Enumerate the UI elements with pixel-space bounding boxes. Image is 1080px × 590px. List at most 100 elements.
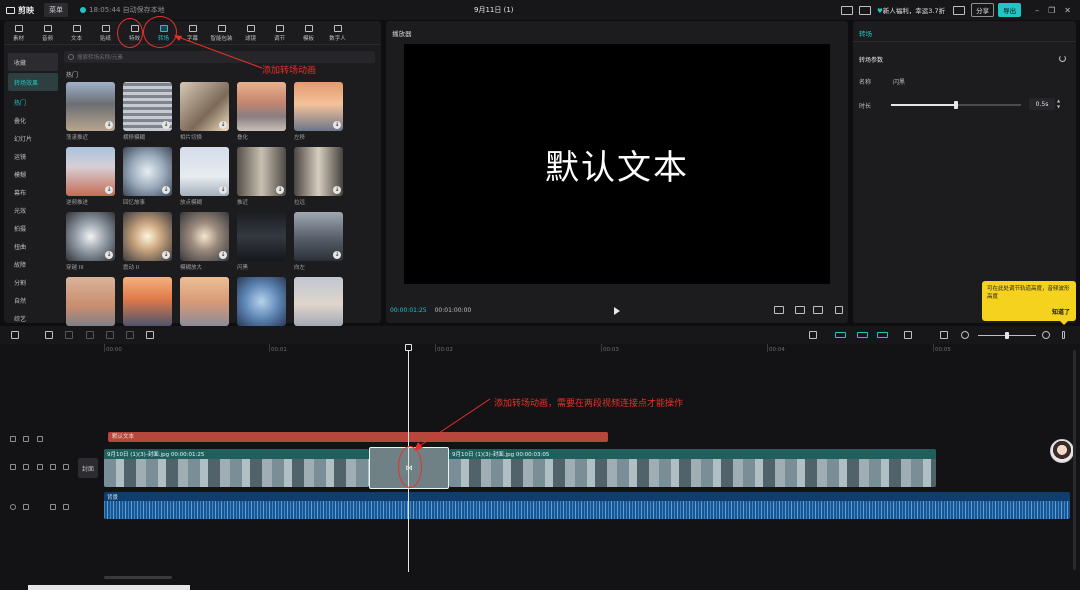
zoom-handle[interactable] — [1005, 332, 1009, 339]
download-icon[interactable]: ↓ — [219, 121, 227, 129]
fullscreen-icon[interactable] — [835, 306, 843, 314]
mute-icon[interactable] — [50, 504, 56, 510]
download-icon[interactable]: ↓ — [333, 251, 341, 259]
lock-icon[interactable] — [23, 464, 29, 470]
category-item[interactable]: 光效 — [8, 201, 58, 219]
preview-axis-icon[interactable] — [904, 331, 912, 339]
transition-item[interactable]: ↓ 推近 — [237, 147, 286, 207]
crop-icon[interactable] — [795, 306, 805, 314]
select-cursor-icon[interactable] — [11, 331, 19, 339]
play-icon[interactable] — [614, 307, 620, 315]
s-icon[interactable] — [63, 464, 69, 470]
horizontal-scrollbar[interactable] — [104, 576, 172, 579]
download-icon[interactable]: ↓ — [162, 251, 170, 259]
download-icon[interactable]: ↓ — [333, 121, 341, 129]
category-hot[interactable]: 热门 — [8, 93, 58, 111]
ratio-icon[interactable] — [774, 306, 784, 314]
playhead-handle[interactable] — [405, 344, 412, 351]
video-clip[interactable]: 9月10日 (1)(3)-封面.jpg 00:00:01:25 — [104, 449, 369, 487]
category-item[interactable]: 幕布 — [8, 183, 58, 201]
menu-button[interactable]: 菜单 — [44, 3, 68, 17]
category-item[interactable]: 故障 — [8, 255, 58, 273]
transition-item[interactable]: ↓ 放点模糊 — [180, 147, 229, 207]
minimize-icon[interactable]: – — [1035, 6, 1039, 15]
download-icon[interactable]: ↓ — [219, 251, 227, 259]
original-size-icon[interactable] — [813, 306, 823, 314]
transition-item[interactable]: ↓ 左移 — [294, 82, 343, 142]
download-icon[interactable]: ↓ — [333, 186, 341, 194]
audio-clip[interactable]: 背景 — [104, 492, 1070, 519]
split-icon[interactable] — [86, 331, 94, 339]
avatar[interactable] — [1050, 439, 1074, 463]
slider-handle[interactable] — [954, 101, 958, 109]
category-item[interactable]: 自然 — [8, 291, 58, 309]
subtitle-track-icon[interactable] — [940, 331, 948, 339]
category-item[interactable]: 综艺 — [8, 309, 58, 327]
microphone-icon[interactable] — [809, 331, 817, 339]
category-transition-effects[interactable]: 转场效果 — [8, 73, 58, 91]
eye-icon[interactable] — [37, 436, 43, 442]
layout-icon[interactable] — [840, 5, 853, 15]
transition-item[interactable]: ↓ 回忆故事 — [123, 147, 172, 207]
category-favorites[interactable]: 收藏 — [8, 53, 58, 71]
tab-audio[interactable]: 音频 — [33, 21, 62, 45]
duration-stepper[interactable]: ▲ ▼ — [1057, 98, 1060, 110]
lock-icon[interactable] — [23, 436, 29, 442]
s-icon[interactable] — [63, 504, 69, 510]
redo-icon[interactable] — [65, 331, 73, 339]
close-icon[interactable]: ✕ — [1064, 6, 1071, 15]
category-item[interactable]: 扭曲 — [8, 237, 58, 255]
vertical-scrollbar[interactable] — [1073, 350, 1076, 570]
category-item[interactable]: 叠化 — [8, 111, 58, 129]
mute-icon[interactable] — [50, 464, 56, 470]
transition-item[interactable]: ↓ 向左 — [294, 212, 343, 272]
trim-left-icon[interactable] — [106, 331, 114, 339]
text-clip[interactable]: 默认文本 — [108, 432, 608, 442]
trim-right-icon[interactable] — [126, 331, 134, 339]
tab-media[interactable]: 素材 — [4, 21, 33, 45]
transition-item[interactable]: 闪黑 — [237, 212, 286, 272]
tab-digital-human[interactable]: 数字人 — [323, 21, 352, 45]
link-main-track-icon[interactable] — [835, 332, 846, 338]
download-icon[interactable]: ↓ — [105, 251, 113, 259]
category-item[interactable]: 幻灯片 — [8, 129, 58, 147]
reset-icon[interactable] — [1059, 55, 1066, 62]
tooltip-ok-button[interactable]: 知道了 — [1052, 309, 1070, 317]
shortcut-icon[interactable] — [858, 5, 871, 15]
transition-item[interactable]: ↓ 模糊放大 — [180, 212, 229, 272]
transition-item[interactable]: 叠化 — [237, 82, 286, 142]
transition-item[interactable]: ↓ 拉远 — [294, 147, 343, 207]
cover-button[interactable]: 封面 — [78, 458, 98, 478]
transition-item[interactable]: ↓ 荡漾推近 — [66, 82, 115, 142]
link-icon[interactable] — [877, 332, 888, 338]
zoom-in-icon[interactable] — [1042, 331, 1050, 339]
screen-icon[interactable] — [953, 5, 966, 15]
download-icon[interactable]: ↓ — [105, 186, 113, 194]
duration-input[interactable]: 0.5s — [1029, 98, 1055, 110]
category-item[interactable]: 拍摄 — [8, 219, 58, 237]
category-item[interactable]: 模糊 — [8, 165, 58, 183]
share-button[interactable]: 分享 — [971, 3, 995, 17]
lock-icon[interactable] — [23, 504, 29, 510]
transition-item[interactable]: ↓ 横移模糊 — [123, 82, 172, 142]
download-icon[interactable]: ↓ — [162, 186, 170, 194]
transition-item[interactable]: ↓ 相片切换 — [180, 82, 229, 142]
transition-item[interactable]: ↓ 穿越 III — [66, 212, 115, 272]
maximize-icon[interactable]: ❐ — [1048, 6, 1055, 15]
promo-banner[interactable]: ♥新人福利，幸运3.7折 — [877, 5, 945, 15]
undo-icon[interactable] — [45, 331, 53, 339]
export-button[interactable]: 导出 — [998, 3, 1022, 17]
eye-icon[interactable] — [37, 464, 43, 470]
more-icon[interactable] — [1062, 331, 1065, 339]
tab-templates[interactable]: 模板 — [294, 21, 323, 45]
download-icon[interactable]: ↓ — [276, 186, 284, 194]
transition-item[interactable]: ↓ 震动 II — [123, 212, 172, 272]
tab-stickers[interactable]: 贴纸 — [91, 21, 120, 45]
category-item[interactable]: 运镜 — [8, 147, 58, 165]
download-icon[interactable]: ↓ — [105, 121, 113, 129]
download-icon[interactable]: ↓ — [219, 186, 227, 194]
zoom-out-icon[interactable] — [961, 331, 969, 339]
category-item[interactable]: 分割 — [8, 273, 58, 291]
video-preview[interactable]: 默认文本 — [404, 44, 830, 284]
duration-slider[interactable] — [891, 101, 1021, 109]
